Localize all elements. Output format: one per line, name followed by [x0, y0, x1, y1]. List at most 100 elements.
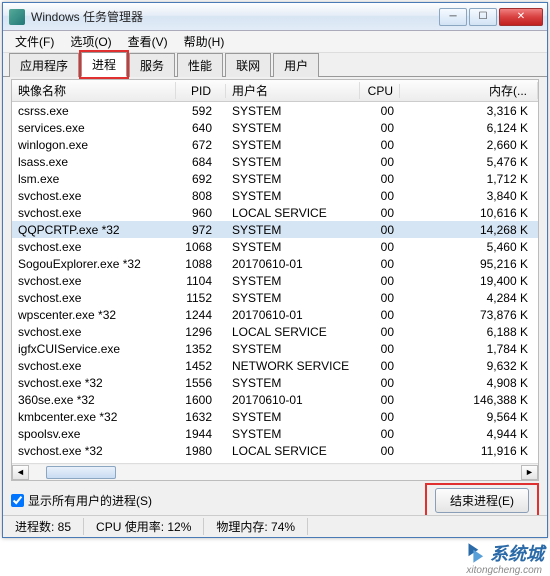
table-row[interactable]: svchost.exe1296LOCAL SERVICE006,188 K	[12, 323, 538, 340]
menu-help[interactable]: 帮助(H)	[176, 31, 233, 52]
cell-mem: 10,616 K	[400, 206, 538, 220]
cell-name: wpscenter.exe *32	[12, 308, 176, 322]
table-row[interactable]: csrss.exe592SYSTEM003,316 K	[12, 102, 538, 119]
menubar: 文件(F) 选项(O) 查看(V) 帮助(H)	[3, 31, 547, 53]
table-row[interactable]: svchost.exe *321980LOCAL SERVICE0011,916…	[12, 442, 538, 459]
process-list-panel: 映像名称 PID 用户名 CPU 内存(... csrss.exe592SYST…	[11, 79, 539, 481]
header-memory[interactable]: 内存(...	[400, 82, 538, 99]
menu-file[interactable]: 文件(F)	[7, 31, 62, 52]
tab-networking[interactable]: 联网	[225, 53, 271, 77]
cell-user: NETWORK SERVICE	[226, 359, 360, 373]
cell-cpu: 00	[360, 206, 400, 220]
table-row[interactable]: svchost.exe *321556SYSTEM004,908 K	[12, 374, 538, 391]
table-row[interactable]: SogouExplorer.exe *32108820170610-010095…	[12, 255, 538, 272]
tab-processes[interactable]: 进程	[81, 52, 127, 77]
cell-pid: 640	[176, 121, 226, 135]
table-row[interactable]: svchost.exe1452NETWORK SERVICE009,632 K	[12, 357, 538, 374]
header-cpu[interactable]: CPU	[360, 84, 400, 98]
tab-applications[interactable]: 应用程序	[9, 53, 79, 77]
end-process-highlight: 结束进程(E)	[425, 483, 539, 518]
cell-user: SYSTEM	[226, 104, 360, 118]
close-button[interactable]: ✕	[499, 8, 543, 26]
window-title: Windows 任务管理器	[31, 8, 439, 25]
status-cpu-usage: CPU 使用率: 12%	[84, 518, 204, 535]
cell-user: LOCAL SERVICE	[226, 325, 360, 339]
end-process-button[interactable]: 结束进程(E)	[435, 488, 529, 513]
cell-name: kmbcenter.exe *32	[12, 410, 176, 424]
bottom-controls: 显示所有用户的进程(S) 结束进程(E)	[11, 485, 539, 515]
menu-options[interactable]: 选项(O)	[62, 31, 119, 52]
scroll-right-arrow-icon[interactable]: ►	[521, 465, 538, 480]
cell-pid: 1152	[176, 291, 226, 305]
table-row[interactable]: 360se.exe *32160020170610-0100146,388 K	[12, 391, 538, 408]
cell-user: SYSTEM	[226, 189, 360, 203]
table-row[interactable]: kmbcenter.exe *321632SYSTEM009,564 K	[12, 408, 538, 425]
header-image-name[interactable]: 映像名称	[12, 82, 176, 99]
table-row[interactable]: svchost.exe1152SYSTEM004,284 K	[12, 289, 538, 306]
cell-name: igfxCUIService.exe	[12, 342, 176, 356]
table-row[interactable]: svchost.exe808SYSTEM003,840 K	[12, 187, 538, 204]
tab-services[interactable]: 服务	[129, 53, 175, 77]
process-rows[interactable]: csrss.exe592SYSTEM003,316 Kservices.exe6…	[12, 102, 538, 463]
maximize-button[interactable]: ☐	[469, 8, 497, 26]
scroll-thumb[interactable]	[46, 466, 116, 479]
cell-mem: 95,216 K	[400, 257, 538, 271]
table-row[interactable]: services.exe640SYSTEM006,124 K	[12, 119, 538, 136]
minimize-button[interactable]: ─	[439, 8, 467, 26]
table-row[interactable]: lsass.exe684SYSTEM005,476 K	[12, 153, 538, 170]
table-row[interactable]: winlogon.exe672SYSTEM002,660 K	[12, 136, 538, 153]
cell-name: 360se.exe *32	[12, 393, 176, 407]
titlebar[interactable]: Windows 任务管理器 ─ ☐ ✕	[3, 3, 547, 31]
cell-name: svchost.exe	[12, 291, 176, 305]
tab-users[interactable]: 用户	[273, 53, 319, 77]
cell-cpu: 00	[360, 393, 400, 407]
header-pid[interactable]: PID	[176, 84, 226, 98]
cell-pid: 1980	[176, 444, 226, 458]
cell-cpu: 00	[360, 189, 400, 203]
table-row[interactable]: spoolsv.exe1944SYSTEM004,944 K	[12, 425, 538, 442]
table-row[interactable]: QQPCRTP.exe *32972SYSTEM0014,268 K	[12, 221, 538, 238]
cell-mem: 11,916 K	[400, 444, 538, 458]
scroll-left-arrow-icon[interactable]: ◄	[12, 465, 29, 480]
cell-pid: 672	[176, 138, 226, 152]
cell-cpu: 00	[360, 410, 400, 424]
cell-mem: 9,632 K	[400, 359, 538, 373]
show-all-users-input[interactable]	[11, 494, 24, 507]
cell-name: svchost.exe	[12, 274, 176, 288]
cell-cpu: 00	[360, 121, 400, 135]
cell-pid: 692	[176, 172, 226, 186]
header-user[interactable]: 用户名	[226, 82, 360, 99]
cell-user: 20170610-01	[226, 393, 360, 407]
cell-pid: 972	[176, 223, 226, 237]
cell-user: SYSTEM	[226, 427, 360, 441]
table-row[interactable]: svchost.exe1068SYSTEM005,460 K	[12, 238, 538, 255]
cell-name: csrss.exe	[12, 104, 176, 118]
table-row[interactable]: svchost.exe960LOCAL SERVICE0010,616 K	[12, 204, 538, 221]
cell-name: svchost.exe	[12, 206, 176, 220]
cell-mem: 6,124 K	[400, 121, 538, 135]
horizontal-scrollbar[interactable]: ◄ ►	[12, 463, 538, 480]
cell-cpu: 00	[360, 223, 400, 237]
cell-user: SYSTEM	[226, 138, 360, 152]
show-all-users-checkbox[interactable]: 显示所有用户的进程(S)	[11, 492, 152, 509]
cell-name: services.exe	[12, 121, 176, 135]
cell-mem: 1,784 K	[400, 342, 538, 356]
cell-name: svchost.exe	[12, 359, 176, 373]
show-all-users-label: 显示所有用户的进程(S)	[28, 492, 152, 509]
table-row[interactable]: svchost.exe1104SYSTEM0019,400 K	[12, 272, 538, 289]
table-row[interactable]: igfxCUIService.exe1352SYSTEM001,784 K	[12, 340, 538, 357]
cell-user: LOCAL SERVICE	[226, 206, 360, 220]
cell-mem: 1,712 K	[400, 172, 538, 186]
menu-view[interactable]: 查看(V)	[120, 31, 176, 52]
table-row[interactable]: wpscenter.exe *32124420170610-010073,876…	[12, 306, 538, 323]
cell-mem: 5,460 K	[400, 240, 538, 254]
table-row[interactable]: lsm.exe692SYSTEM001,712 K	[12, 170, 538, 187]
scroll-track[interactable]	[29, 465, 521, 480]
tab-performance[interactable]: 性能	[177, 53, 223, 77]
cell-pid: 1632	[176, 410, 226, 424]
cell-user: SYSTEM	[226, 172, 360, 186]
cell-pid: 684	[176, 155, 226, 169]
cell-name: QQPCRTP.exe *32	[12, 223, 176, 237]
cell-user: SYSTEM	[226, 410, 360, 424]
cell-mem: 4,284 K	[400, 291, 538, 305]
